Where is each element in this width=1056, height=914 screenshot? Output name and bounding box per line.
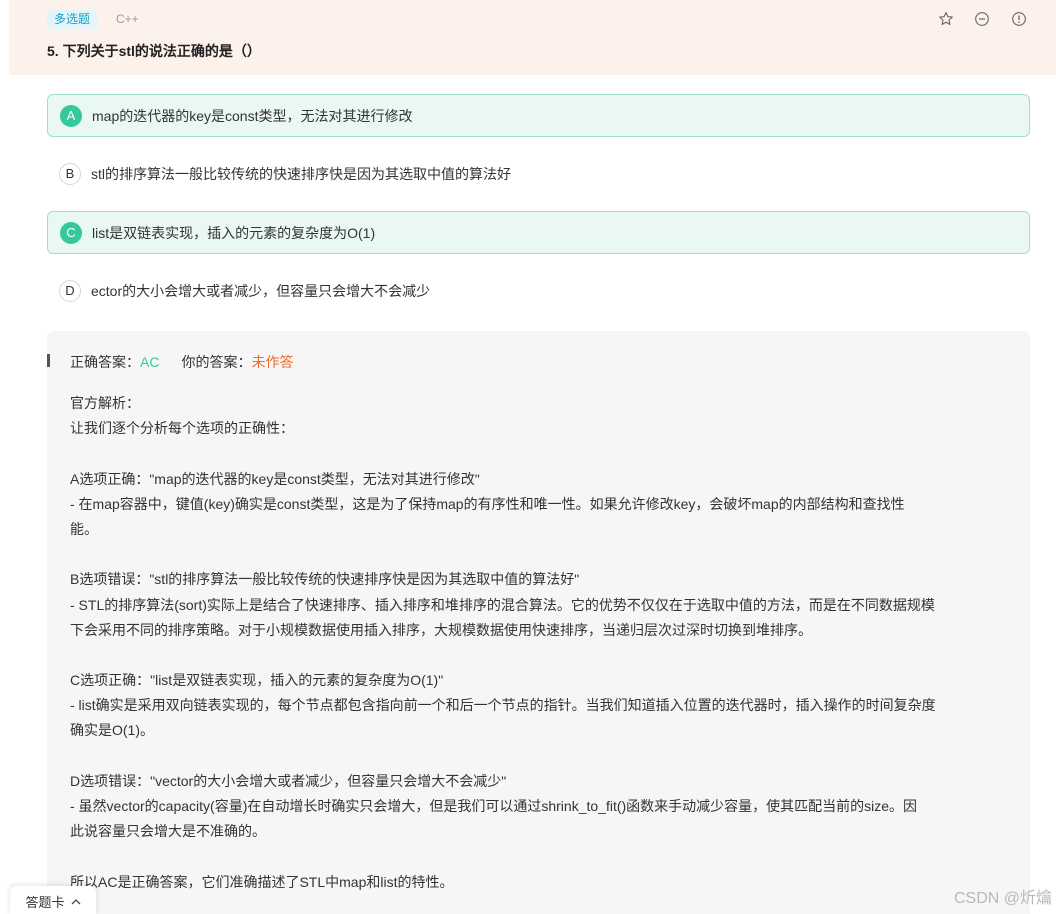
option-b[interactable]: B stl的排序算法一般比较传统的快速排序快是因为其选取中值的算法好: [47, 152, 1030, 195]
analysis-line: D选项错误："vector的大小会增大或者减少，但容量只会增大不会减少": [70, 772, 507, 789]
option-text: stl的排序算法一般比较传统的快速排序快是因为其选取中值的算法好: [91, 165, 511, 182]
analysis-line: 确实是O(1)。: [70, 722, 154, 739]
option-letter: C: [60, 221, 82, 244]
option-text: map的迭代器的key是const类型，无法对其进行修改: [92, 107, 413, 124]
analysis-line: C选项正确："list是双链表实现，插入的元素的复杂度为O(1)": [70, 672, 444, 689]
option-text: list是双链表实现，插入的元素的复杂度为O(1): [92, 224, 376, 241]
option-letter: D: [59, 279, 81, 302]
language-tag: C++: [116, 12, 139, 26]
question-type-tag: 多选题: [47, 10, 98, 29]
star-icon[interactable]: [937, 10, 955, 28]
your-answer-label: 你的答案：: [181, 354, 252, 370]
correct-answer-label: 正确答案：: [70, 354, 140, 370]
option-d[interactable]: D ector的大小会增大或者减少，但容量只会增大不会减少: [47, 269, 1030, 312]
analysis-line: - 虽然vector的capacity(容量)在自动增长时确实只会增大，但是我们…: [70, 798, 918, 814]
minus-circle-icon[interactable]: [973, 10, 991, 28]
analysis-line: - STL的排序算法(sort)实际上是结合了快速排序、插入排序和堆排序的混合算…: [70, 596, 935, 613]
your-answer-value: 未作答: [251, 354, 294, 370]
question-page: 多选题 C++ 5. 下列关于stl的说法正确的是（） A map的迭代器的ke…: [0, 0, 1056, 914]
section-marker: [47, 354, 50, 367]
analysis-line: 下会采用不同的排序策略。对于小规模数据使用插入排序，大规模数据使用快速排序，当递…: [70, 621, 812, 638]
analysis-line: - list确实是采用双向链表实现的，每个节点都包含指向前一个和后一个节点的指针…: [70, 697, 936, 714]
analysis-line: 让我们逐个分析每个选项的正确性：: [70, 420, 294, 437]
answer-summary: 正确答案：AC 你的答案：未作答: [70, 352, 293, 372]
analysis-text: 官方解析： 让我们逐个分析每个选项的正确性： A选项正确："map的迭代器的key是…: [70, 391, 1010, 895]
chevron-up-icon: [71, 894, 81, 909]
question-header: 多选题 C++ 5. 下列关于stl的说法正确的是（）: [9, 0, 1056, 75]
analysis-line: 此说容量只会增大是不准确的。: [70, 823, 266, 840]
analysis-line: A选项正确："map的迭代器的key是const类型，无法对其进行修改": [70, 470, 480, 487]
option-c[interactable]: C list是双链表实现，插入的元素的复杂度为O(1): [47, 211, 1030, 254]
analysis-line: 官方解析：: [70, 395, 140, 411]
analysis-line: - 在map容器中，键值(key)确实是const类型，这是为了保持map的有序…: [70, 495, 905, 512]
correct-answer-value: AC: [140, 354, 160, 370]
watermark: CSDN @炘爚: [953, 890, 1052, 907]
answer-card-label: 答题卡: [25, 894, 65, 910]
option-letter: B: [59, 162, 81, 185]
info-circle-icon[interactable]: [1010, 10, 1028, 28]
analysis-line: 所以AC是正确答案，它们准确描述了STL中map和list的特性。: [70, 873, 454, 890]
option-text: ector的大小会增大或者减少，但容量只会增大不会减少: [91, 282, 431, 299]
answer-card-tab[interactable]: 答题卡: [10, 886, 96, 914]
analysis-panel: 正确答案：AC 你的答案：未作答 官方解析： 让我们逐个分析每个选项的正确性： A选项…: [47, 331, 1030, 914]
analysis-line: 能。: [70, 520, 98, 537]
option-a[interactable]: A map的迭代器的key是const类型，无法对其进行修改: [47, 94, 1030, 137]
analysis-line: B选项错误："stl的排序算法一般比较传统的快速排序快是因为其选取中值的算法好": [70, 571, 580, 588]
question-title: 5. 下列关于stl的说法正确的是（）: [47, 43, 261, 59]
option-letter: A: [60, 104, 82, 127]
